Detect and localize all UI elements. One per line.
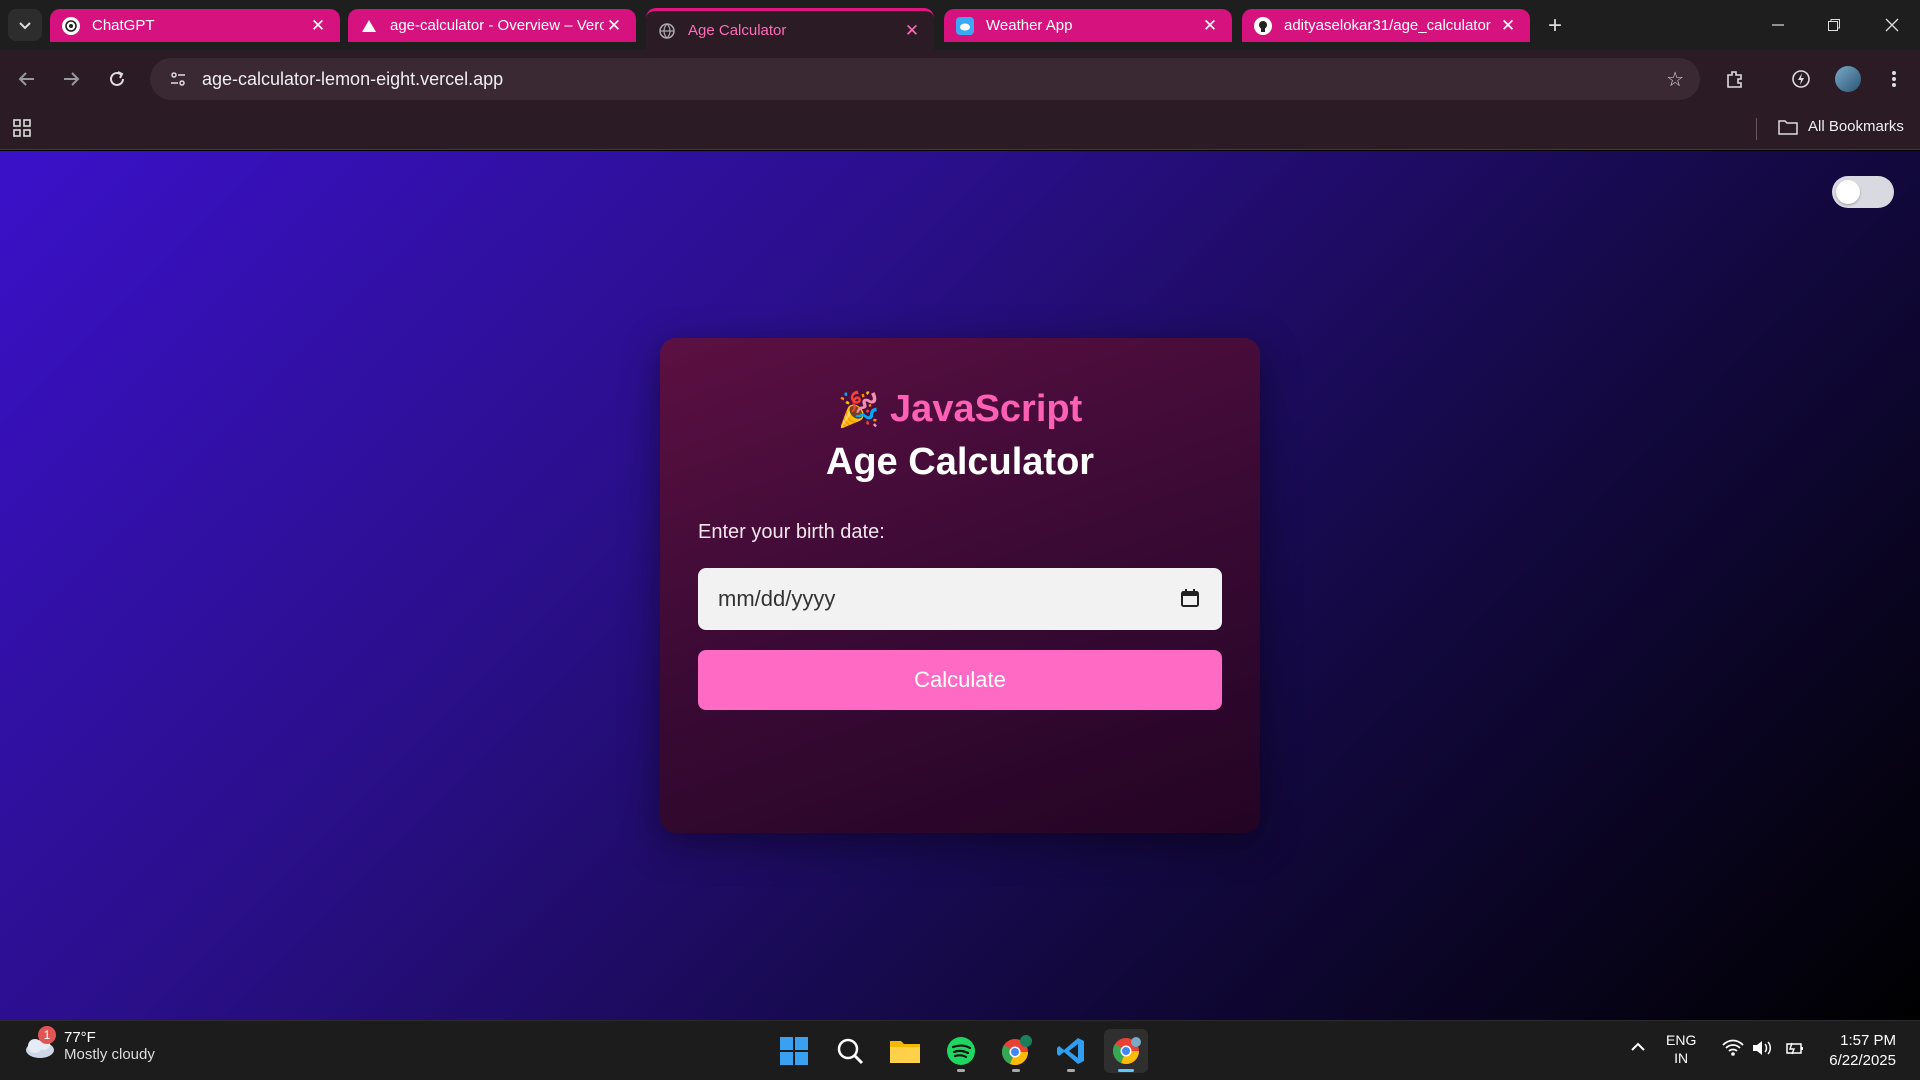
party-popper-icon: 🎉 (837, 391, 881, 429)
all-bookmarks-button[interactable]: All Bookmarks (1778, 118, 1904, 135)
chrome-icon[interactable] (1104, 1029, 1148, 1073)
cloud-icon: 1 (22, 1026, 56, 1060)
clock-date: 6/22/2025 (1829, 1052, 1896, 1069)
profile-avatar[interactable] (1831, 62, 1865, 96)
all-bookmarks-label: All Bookmarks (1808, 118, 1904, 135)
globe-icon (658, 22, 676, 40)
close-icon (1885, 18, 1899, 32)
tab-title: adityaselokar31/age_calculator (1284, 17, 1491, 34)
close-window-button[interactable] (1864, 0, 1920, 50)
windows-start-icon[interactable] (772, 1029, 816, 1073)
back-button[interactable] (10, 62, 44, 96)
wifi-icon[interactable] (1722, 1039, 1744, 1060)
minimize-icon (1772, 24, 1784, 26)
forward-button[interactable] (54, 62, 88, 96)
close-icon[interactable]: ✕ (902, 21, 922, 41)
tab-age-calculator[interactable]: Age Calculator ✕ (646, 8, 934, 50)
close-icon[interactable]: ✕ (604, 16, 624, 36)
new-tab-button[interactable]: + (1540, 11, 1570, 41)
close-icon[interactable]: ✕ (1200, 16, 1220, 36)
tab-search-button[interactable] (8, 9, 42, 41)
weather-desc: Mostly cloudy (64, 1046, 155, 1063)
calendar-icon[interactable] (1180, 588, 1200, 614)
page-title: Age Calculator (825, 441, 1095, 483)
birth-date-label: Enter your birth date: (698, 521, 885, 543)
arrow-left-icon (18, 72, 34, 86)
chevron-down-icon (19, 22, 31, 30)
tab-title: age-calculator - Overview – Vercel (390, 17, 604, 34)
birth-date-input[interactable]: mm/dd/yyyy (698, 568, 1222, 630)
calculate-button[interactable]: Calculate (698, 650, 1222, 710)
menu-icon[interactable] (1877, 62, 1911, 96)
spotify-icon[interactable] (939, 1029, 983, 1073)
battery-icon[interactable] (1784, 1039, 1806, 1060)
search-icon[interactable] (828, 1029, 872, 1073)
language-region: IN (1674, 1050, 1689, 1066)
tab-strip: ChatGPT ✕ age-calculator - Overview – Ve… (0, 0, 1920, 50)
chevron-up-icon[interactable] (1630, 1039, 1646, 1058)
tab-vercel-overview[interactable]: age-calculator - Overview – Vercel ✕ (348, 9, 636, 42)
vscode-icon[interactable] (1049, 1029, 1093, 1073)
apps-grid-icon[interactable] (12, 118, 32, 143)
language-code: ENG (1666, 1032, 1697, 1048)
tab-title: Age Calculator (688, 22, 787, 39)
restore-icon (1828, 19, 1840, 31)
weather-temp: 77°F (64, 1029, 96, 1046)
performance-icon[interactable] (1784, 62, 1818, 96)
volume-icon[interactable] (1752, 1039, 1774, 1060)
tab-chatgpt[interactable]: ChatGPT ✕ (50, 9, 340, 42)
age-calculator-card: 🎉 JavaScript Age Calculator Enter your bi… (660, 338, 1260, 833)
close-icon[interactable]: ✕ (1498, 16, 1518, 36)
weather-alert-badge: 1 (38, 1026, 56, 1044)
windows-taskbar: 1 77°F Mostly cloudy ENG IN 1:57 PM 6/22… (0, 1020, 1920, 1080)
site-info-icon[interactable] (158, 70, 198, 88)
weather-app-icon (956, 16, 974, 35)
page-title-line1: 🎉 JavaScript (660, 388, 1260, 431)
language-indicator[interactable]: ENG IN (1666, 1031, 1696, 1067)
date-placeholder: mm/dd/yyyy (718, 586, 836, 611)
close-icon[interactable]: ✕ (308, 16, 328, 36)
restore-button[interactable] (1806, 0, 1862, 50)
extensions-icon[interactable] (1718, 62, 1752, 96)
weather-widget[interactable]: 1 77°F Mostly cloudy (22, 1026, 155, 1063)
javascript-heading: JavaScript (890, 388, 1083, 430)
arrow-right-icon (64, 72, 80, 86)
theme-toggle[interactable] (1832, 176, 1894, 208)
minimize-button[interactable] (1750, 0, 1806, 50)
file-explorer-icon[interactable] (883, 1029, 927, 1073)
bookmarks-divider (1756, 118, 1757, 140)
url-text[interactable]: age-calculator-lemon-eight.vercel.app (202, 69, 503, 90)
folder-icon (1778, 119, 1798, 135)
bookmark-star-icon[interactable]: ☆ (1666, 67, 1684, 92)
tab-weather-app[interactable]: Weather App ✕ (944, 9, 1232, 42)
clock-time: 1:57 PM (1840, 1032, 1896, 1049)
vercel-icon (360, 17, 378, 35)
chatgpt-icon (62, 16, 80, 35)
page-viewport: 🎉 JavaScript Age Calculator Enter your bi… (0, 151, 1920, 1020)
tab-title: ChatGPT (92, 17, 155, 34)
reload-icon (110, 71, 124, 86)
reload-button[interactable] (100, 62, 134, 96)
browser-toolbar: age-calculator-lemon-eight.vercel.app ☆ (0, 50, 1920, 108)
system-clock[interactable]: 1:57 PM 6/22/2025 (1829, 1031, 1896, 1071)
tab-github-repo[interactable]: adityaselokar31/age_calculator ✕ (1242, 9, 1530, 42)
address-bar[interactable]: age-calculator-lemon-eight.vercel.app ☆ (150, 58, 1700, 100)
chrome-profile-icon[interactable] (994, 1029, 1038, 1073)
bookmarks-bar: All Bookmarks (0, 108, 1920, 150)
tab-title: Weather App (986, 17, 1073, 34)
github-icon (1254, 16, 1272, 35)
toggle-knob (1836, 180, 1860, 204)
